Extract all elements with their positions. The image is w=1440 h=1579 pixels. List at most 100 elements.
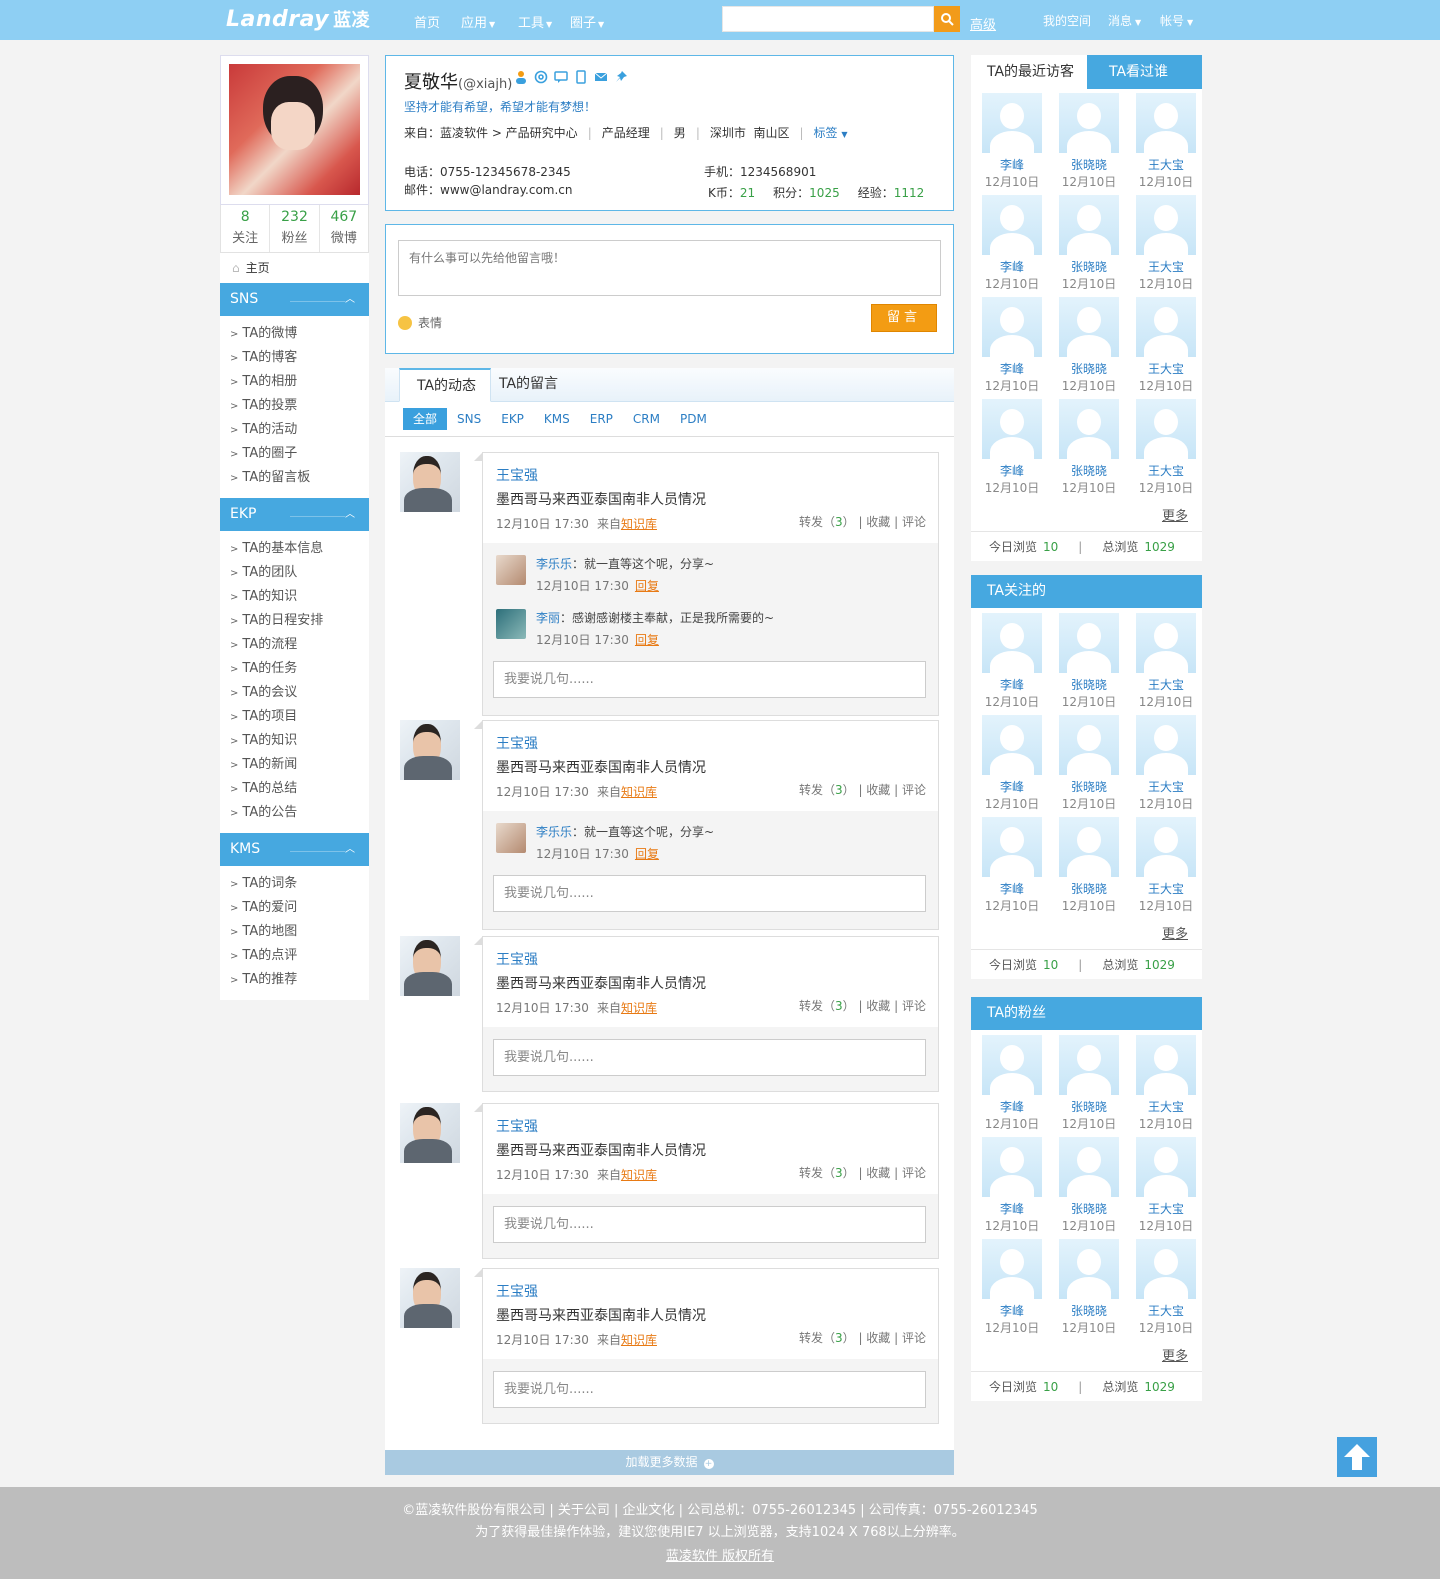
reply-button[interactable]: 回复	[635, 579, 659, 593]
default-avatar-icon[interactable]	[1059, 195, 1119, 255]
reply-button[interactable]: 回复	[635, 633, 659, 647]
sidebar-item[interactable]: > TA的相册	[230, 370, 369, 394]
person-card[interactable]: 王大宝 12月10日	[1135, 1035, 1197, 1133]
share-link[interactable]: 转发（3）	[799, 515, 855, 529]
more-link[interactable]: 更多	[1162, 923, 1188, 942]
default-avatar-icon[interactable]	[1136, 399, 1196, 459]
filter-crm[interactable]: CRM	[623, 408, 670, 430]
sidebar-item-home[interactable]: ⌂ 主页	[220, 253, 369, 283]
person-name[interactable]: 王大宝	[1135, 1200, 1197, 1217]
default-avatar-icon[interactable]	[982, 93, 1042, 153]
post-source-link[interactable]: 知识库	[621, 1333, 657, 1347]
person-name[interactable]: 王大宝	[1135, 258, 1197, 275]
person-name[interactable]: 张晓晓	[1058, 1098, 1120, 1115]
comment-link[interactable]: 评论	[902, 515, 926, 529]
person-card[interactable]: 王大宝 12月10日	[1135, 1137, 1197, 1235]
filter-全部[interactable]: 全部	[403, 408, 448, 430]
comment-link[interactable]: 评论	[902, 999, 926, 1013]
default-avatar-icon[interactable]	[982, 715, 1042, 775]
default-avatar-icon[interactable]	[982, 1137, 1042, 1197]
reply-button[interactable]: 回复	[635, 847, 659, 861]
post-author[interactable]: 王宝强	[496, 733, 538, 753]
comment-link[interactable]: 评论	[902, 1166, 926, 1180]
default-avatar-icon[interactable]	[1059, 1035, 1119, 1095]
share-link[interactable]: 转发（3）	[799, 1331, 855, 1345]
collect-link[interactable]: 收藏	[866, 783, 890, 797]
default-avatar-icon[interactable]	[982, 817, 1042, 877]
stat-fans[interactable]: 232 粉丝	[270, 205, 320, 252]
user-icon[interactable]	[514, 70, 528, 84]
sidebar-item[interactable]: > TA的词条	[230, 872, 369, 896]
sidebar-item[interactable]: > TA的活动	[230, 418, 369, 442]
person-name[interactable]: 王大宝	[1135, 156, 1197, 173]
person-card[interactable]: 李峰 12月10日	[981, 297, 1043, 395]
more-link[interactable]: 更多	[1162, 505, 1188, 524]
reply-author[interactable]: 李丽	[536, 611, 560, 625]
more-link[interactable]: 更多	[1162, 1345, 1188, 1364]
default-avatar-icon[interactable]	[1136, 93, 1196, 153]
person-name[interactable]: 李峰	[981, 156, 1043, 173]
person-name[interactable]: 李峰	[981, 1302, 1043, 1319]
post-author[interactable]: 王宝强	[496, 1281, 538, 1301]
post-source-link[interactable]: 知识库	[621, 517, 657, 531]
collect-link[interactable]: 收藏	[866, 999, 890, 1013]
sidebar-item[interactable]: > TA的项目	[230, 705, 369, 729]
profile-avatar[interactable]	[229, 64, 360, 195]
default-avatar-icon[interactable]	[982, 1239, 1042, 1299]
collect-link[interactable]: 收藏	[866, 515, 890, 529]
default-avatar-icon[interactable]	[1136, 297, 1196, 357]
nav-apps[interactable]: 应用 ▼	[461, 12, 495, 31]
post-author[interactable]: 王宝强	[496, 465, 538, 485]
person-card[interactable]: 张晓晓 12月10日	[1058, 613, 1120, 711]
nav-messages[interactable]: 消息 ▼	[1108, 12, 1141, 29]
person-card[interactable]: 王大宝 12月10日	[1135, 613, 1197, 711]
person-name[interactable]: 张晓晓	[1058, 676, 1120, 693]
nav-circles[interactable]: 圈子 ▼	[570, 12, 604, 31]
person-card[interactable]: 李峰 12月10日	[981, 399, 1043, 497]
person-card[interactable]: 李峰 12月10日	[981, 1035, 1043, 1133]
tab-visited[interactable]: TA看过谁	[1087, 55, 1202, 89]
person-card[interactable]: 张晓晓 12月10日	[1058, 1137, 1120, 1235]
mail-icon[interactable]	[594, 70, 608, 84]
default-avatar-icon[interactable]	[1059, 1239, 1119, 1299]
person-name[interactable]: 王大宝	[1135, 676, 1197, 693]
person-card[interactable]: 王大宝 12月10日	[1135, 817, 1197, 915]
person-name[interactable]: 王大宝	[1135, 462, 1197, 479]
person-name[interactable]: 张晓晓	[1058, 258, 1120, 275]
filter-erp[interactable]: ERP	[580, 408, 623, 430]
default-avatar-icon[interactable]	[982, 613, 1042, 673]
pin-icon[interactable]	[614, 70, 628, 84]
advanced-search-link[interactable]: 高级	[970, 14, 996, 33]
sidebar-section-sns[interactable]: SNS ︿	[220, 283, 369, 316]
author-avatar[interactable]	[400, 720, 460, 780]
sidebar-item[interactable]: > TA的知识	[230, 585, 369, 609]
person-card[interactable]: 张晓晓 12月10日	[1058, 93, 1120, 191]
post-title[interactable]: 墨西哥马来西亚泰国南非人员情况	[496, 1305, 706, 1325]
person-card[interactable]: 李峰 12月10日	[981, 1239, 1043, 1337]
person-card[interactable]: 王大宝 12月10日	[1135, 297, 1197, 395]
collect-link[interactable]: 收藏	[866, 1331, 890, 1345]
person-card[interactable]: 王大宝 12月10日	[1135, 715, 1197, 813]
person-card[interactable]: 张晓晓 12月10日	[1058, 399, 1120, 497]
comment-input[interactable]: 我要说几句......	[493, 661, 926, 698]
person-name[interactable]: 李峰	[981, 880, 1043, 897]
default-avatar-icon[interactable]	[1136, 613, 1196, 673]
default-avatar-icon[interactable]	[1059, 1137, 1119, 1197]
mobile-icon[interactable]	[574, 70, 588, 84]
post-author[interactable]: 王宝强	[496, 949, 538, 969]
person-name[interactable]: 张晓晓	[1058, 156, 1120, 173]
sidebar-item[interactable]: > TA的日程安排	[230, 609, 369, 633]
stat-following[interactable]: 8 关注	[221, 205, 271, 252]
sidebar-item[interactable]: > TA的留言板	[230, 466, 369, 490]
post-author[interactable]: 王宝强	[496, 1116, 538, 1136]
sidebar-item[interactable]: > TA的微博	[230, 322, 369, 346]
post-title[interactable]: 墨西哥马来西亚泰国南非人员情况	[496, 1140, 706, 1160]
person-name[interactable]: 李峰	[981, 258, 1043, 275]
tab-recent-visitors[interactable]: TA的最近访客	[971, 55, 1087, 89]
reply-avatar[interactable]	[496, 609, 526, 639]
default-avatar-icon[interactable]	[1136, 1035, 1196, 1095]
reply-avatar[interactable]	[496, 823, 526, 853]
person-card[interactable]: 王大宝 12月10日	[1135, 1239, 1197, 1337]
default-avatar-icon[interactable]	[1136, 715, 1196, 775]
person-name[interactable]: 张晓晓	[1058, 778, 1120, 795]
